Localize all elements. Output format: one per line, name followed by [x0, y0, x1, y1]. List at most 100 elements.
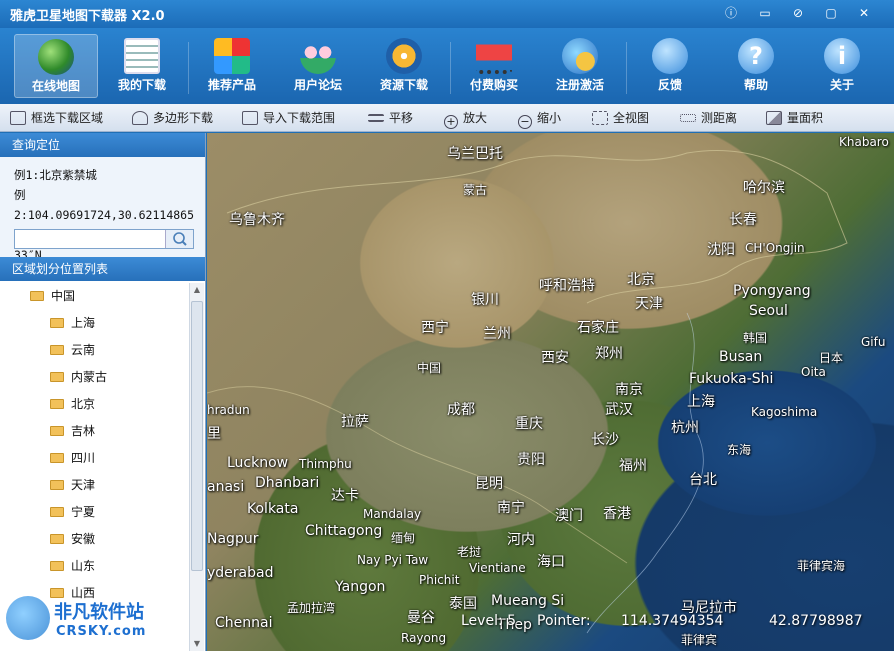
globe-icon [38, 39, 74, 75]
feedback-button[interactable]: 反馈 [628, 34, 712, 98]
scroll-thumb[interactable] [191, 301, 203, 571]
map-label: Gifu [861, 335, 886, 349]
site-watermark: 非凡软件站 CRSKY.com [2, 592, 162, 650]
map-label: 兰州 [483, 326, 511, 342]
map-label: 达卡 [331, 488, 359, 504]
map-label: 老挝 [457, 545, 482, 559]
folder-icon [50, 345, 64, 355]
map-label: 台北 [689, 472, 717, 488]
map-label: Lucknow [227, 455, 289, 471]
purchase-button[interactable]: 付费购买 [452, 34, 536, 98]
info-window-button[interactable]: ⓘ [720, 4, 742, 22]
map-label: Nagpur [207, 531, 259, 547]
map-label: 拉萨 [341, 414, 369, 430]
tree-node-root[interactable]: 中国 [0, 283, 188, 310]
map-label: Chennai [215, 615, 273, 631]
map-label: Phichit [419, 573, 460, 587]
register-activate-button[interactable]: 注册激活 [538, 34, 622, 98]
box-select-tool[interactable]: 框选下载区域 [10, 109, 103, 127]
map-tools-bar: 框选下载区域 多边形下载 导入下载范围 平移 + 放大 − 缩小 全视图 测距离 量… [0, 104, 894, 132]
about-button[interactable]: i 关于 [800, 34, 884, 98]
measure-area-tool[interactable]: 量面积 [766, 109, 823, 127]
map-label: Thimphu [299, 457, 352, 471]
tree-node[interactable]: 山东 [0, 553, 188, 580]
tree-node[interactable]: 北京 [0, 391, 188, 418]
tree-node[interactable]: 天津 [0, 472, 188, 499]
map-label: 沈阳 [707, 242, 735, 258]
full-view-tool[interactable]: 全视图 [592, 109, 649, 127]
user-forum-button[interactable]: 用户论坛 [276, 34, 360, 98]
resource-download-button[interactable]: 资源下载 [362, 34, 446, 98]
map-label: 石家庄 [577, 320, 619, 336]
scroll-down-arrow-icon[interactable]: ▼ [190, 637, 204, 651]
tree-node[interactable]: 四川 [0, 445, 188, 472]
map-label: Mandalay [363, 507, 422, 521]
tree-scrollbar[interactable]: ▲ ▼ [189, 283, 204, 651]
scroll-up-arrow-icon[interactable]: ▲ [190, 283, 204, 297]
map-label: 泰国 [449, 596, 477, 612]
tree-node[interactable]: 上海 [0, 310, 188, 337]
polygon-tool[interactable]: 多边形下载 [132, 109, 213, 127]
map-label: Mueang Si [491, 593, 565, 609]
map-label: Rayong [401, 631, 447, 645]
map-label: 菲律宾 [681, 633, 718, 647]
example-2: 例2:104.09691724,30.62114865 [14, 188, 195, 222]
map-label: 河内 [507, 532, 535, 548]
folder-icon [30, 291, 44, 301]
map-label: 中国 [417, 361, 442, 375]
map-label: 东海 [727, 443, 752, 457]
import-icon [242, 111, 258, 125]
map-label: 里 [207, 426, 221, 442]
satellite-map[interactable]: 乌兰巴托 蒙古 Khabaro 哈尔滨 乌鲁木齐 长春 沈阳 CH'Ongjin… [207, 133, 894, 651]
pointer-label: Pointer: [537, 613, 591, 629]
speech-bubble-icon [652, 38, 688, 74]
settings-window-button[interactable]: ⊘ [787, 4, 809, 22]
map-label: yderabad [207, 565, 274, 581]
import-range-tool[interactable]: 导入下载范围 [242, 109, 335, 127]
skin-window-button[interactable]: ▭ [754, 4, 776, 22]
map-label: 南京 [615, 382, 643, 398]
tree-node[interactable]: 吉林 [0, 418, 188, 445]
tree-node[interactable]: 安徽 [0, 526, 188, 553]
zoom-in-tool[interactable]: + 放大 [444, 109, 487, 129]
map-label: 哈尔滨 [743, 180, 785, 196]
example-1: 例1:北京紫禁城 [14, 168, 97, 182]
map-label: 海口 [537, 554, 565, 570]
maximize-button[interactable]: ▢ [820, 4, 842, 22]
my-downloads-button[interactable]: 我的下载 [100, 34, 184, 98]
search-button[interactable] [165, 230, 193, 248]
measure-distance-tool[interactable]: 测距离 [680, 109, 737, 127]
toolbar-divider [450, 42, 451, 94]
map-label: 日本 [819, 351, 844, 365]
online-map-button[interactable]: 在线地图 [14, 34, 98, 98]
map-label: 韩国 [743, 331, 768, 345]
window-title: 雅虎卫星地图下载器 X2.0 [10, 9, 165, 24]
close-button[interactable]: ✕ [853, 4, 875, 22]
help-icon: ? [738, 38, 774, 74]
map-label: hradun [207, 403, 250, 417]
tree-node[interactable]: 云南 [0, 337, 188, 364]
pan-tool[interactable]: 平移 [368, 109, 413, 127]
map-label: Dhanbari [255, 475, 320, 491]
users-icon [300, 38, 336, 74]
help-button[interactable]: ? 帮助 [714, 34, 798, 98]
map-label: anasi [207, 479, 245, 495]
map-label: 南宁 [497, 500, 525, 516]
ruler-icon [680, 114, 696, 122]
map-label: 菲律宾海 [797, 559, 846, 573]
map-label: Khabaro [839, 135, 889, 149]
left-panel: 查询定位 例1:北京紫禁城 例2:104.09691724,30.6211486… [0, 133, 206, 651]
search-input[interactable] [15, 230, 165, 248]
toolbar-divider [188, 42, 189, 94]
map-label: Kolkata [247, 501, 299, 517]
zoom-out-tool[interactable]: − 缩小 [518, 109, 561, 129]
pointer-latitude: 42.87798987 [769, 613, 863, 629]
recommended-products-button[interactable]: 推荐产品 [190, 34, 274, 98]
tree-node[interactable]: 宁夏 [0, 499, 188, 526]
map-label: Seoul [749, 303, 788, 319]
resource-disc-icon [386, 38, 422, 74]
map-label: 孟加拉湾 [287, 601, 336, 615]
map-label: 上海 [687, 394, 715, 410]
tree-node[interactable]: 内蒙古 [0, 364, 188, 391]
map-label: Oita [801, 365, 826, 379]
